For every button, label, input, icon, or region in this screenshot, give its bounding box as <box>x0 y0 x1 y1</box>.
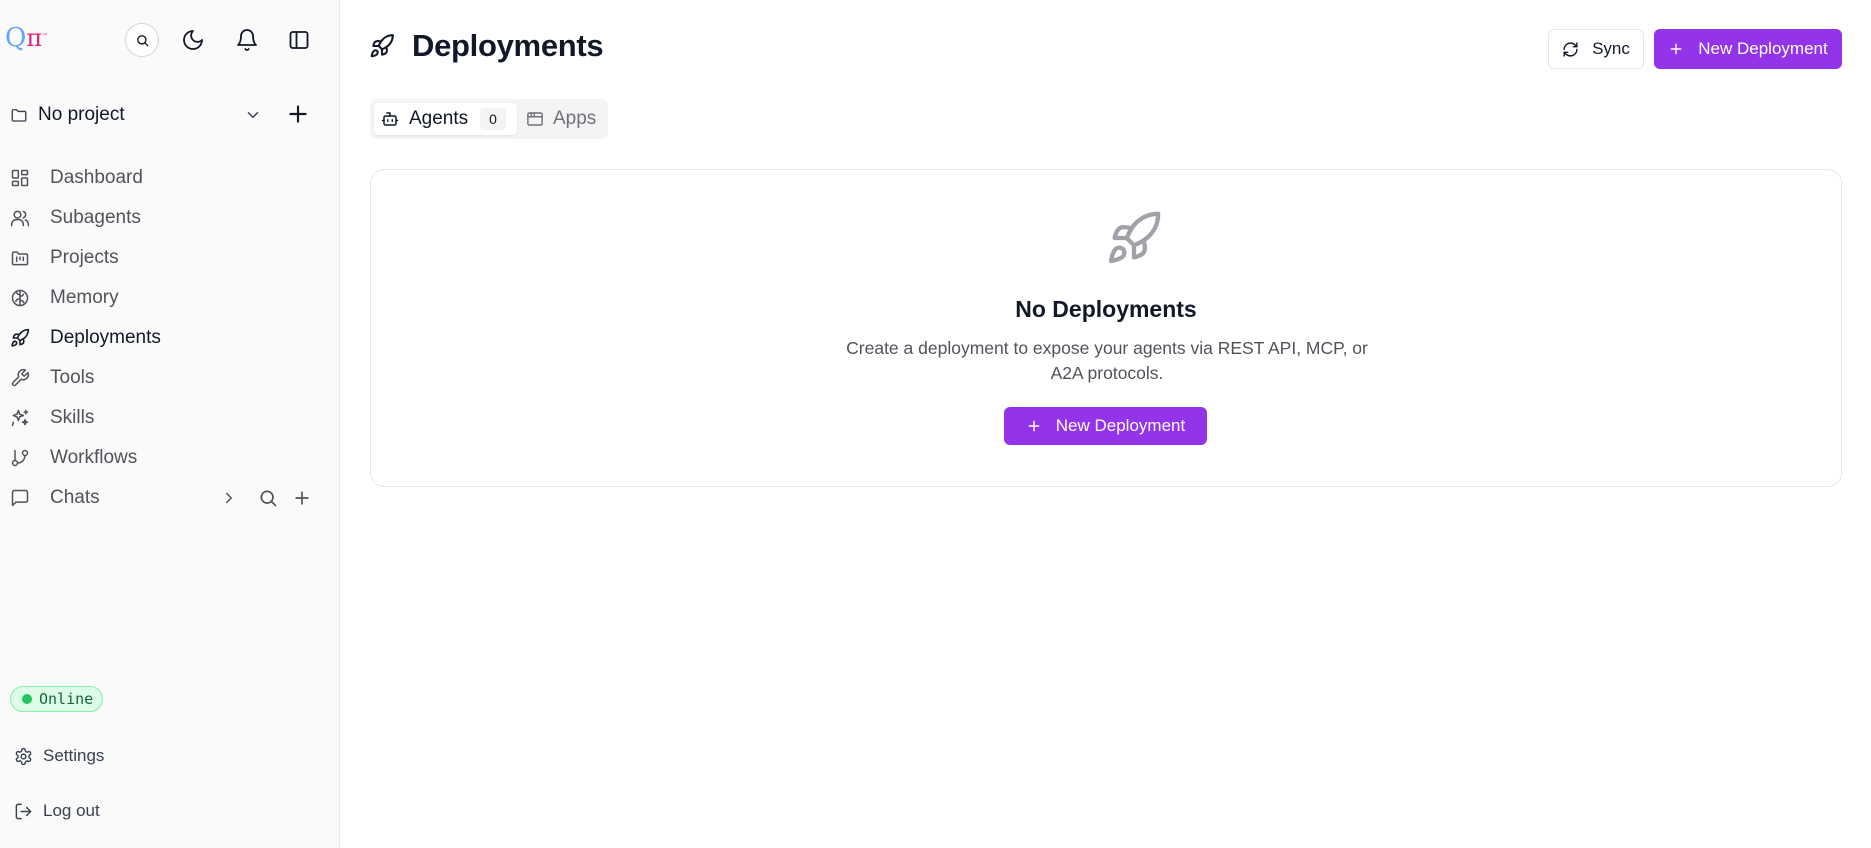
plus-icon <box>1026 418 1042 434</box>
chevron-right-icon[interactable] <box>220 489 238 507</box>
sidebar-item-label: Dashboard <box>50 167 143 188</box>
toggle-sidebar-button[interactable] <box>282 23 316 57</box>
search-chats-icon[interactable] <box>258 488 278 508</box>
project-selector[interactable]: No project <box>10 100 272 130</box>
sidebar-item-label: Projects <box>50 247 119 268</box>
log-out-icon <box>14 802 33 821</box>
wrench-icon <box>10 368 30 388</box>
sidebar-item-projects[interactable]: Projects <box>0 238 339 278</box>
folder-kanban-icon <box>10 248 30 268</box>
sidebar: Qπ ™ No project Dashboard Subagents Proj… <box>0 0 340 848</box>
bell-icon <box>235 28 259 52</box>
plus-icon <box>285 101 311 127</box>
moon-icon <box>181 28 205 52</box>
logo-pi: π <box>26 24 43 52</box>
sidebar-item-label: Deployments <box>50 327 161 348</box>
sidebar-item-chats[interactable]: Chats <box>0 478 339 518</box>
chevron-down-icon <box>244 106 262 124</box>
app-logo[interactable]: Qπ ™ <box>5 22 48 54</box>
sidebar-item-label: Subagents <box>50 207 141 228</box>
theme-toggle-button[interactable] <box>176 23 210 57</box>
sidebar-item-dashboard[interactable]: Dashboard <box>0 158 339 198</box>
brain-icon <box>10 288 30 308</box>
refresh-icon <box>1562 41 1579 58</box>
empty-state-title: No Deployments <box>1015 296 1197 322</box>
deployment-tabs: Agents 0 Apps <box>370 99 608 139</box>
gear-icon <box>14 747 33 766</box>
tab-apps-label: Apps <box>553 108 597 129</box>
sync-label: Sync <box>1592 39 1630 58</box>
rocket-icon <box>369 33 395 59</box>
sidebar-item-label: Workflows <box>50 447 138 468</box>
page-title: Deployments <box>412 28 604 63</box>
empty-state-card: No Deployments Create a deployment to ex… <box>370 169 1842 487</box>
bot-icon <box>381 110 399 128</box>
search-icon <box>135 33 150 48</box>
sparkles-icon <box>10 408 30 428</box>
status-label: Online <box>39 690 94 708</box>
empty-state-button-label: New Deployment <box>1055 416 1186 435</box>
sidebar-item-subagents[interactable]: Subagents <box>0 198 339 238</box>
tab-agents-label: Agents <box>409 108 469 129</box>
new-chat-icon[interactable] <box>292 488 312 508</box>
empty-state-description: Create a deployment to expose your agent… <box>846 338 1368 383</box>
users-icon <box>10 208 30 228</box>
sidebar-item-label: Memory <box>50 287 119 308</box>
status-dot <box>22 694 32 704</box>
message-square-icon <box>10 488 30 508</box>
main-content: Deployments Sync New Deployment Agents 0… <box>341 0 1871 848</box>
rocket-icon <box>10 328 30 348</box>
tab-agents-count: 0 <box>480 108 506 130</box>
git-branch-icon <box>10 448 30 468</box>
add-project-button[interactable] <box>285 101 311 127</box>
logout-link[interactable]: Log out <box>14 798 100 824</box>
sidebar-item-deployments[interactable]: Deployments <box>0 318 339 358</box>
logo-letter: Q <box>5 23 27 53</box>
tab-apps[interactable]: Apps <box>523 103 603 135</box>
tab-agents[interactable]: Agents 0 <box>374 103 517 135</box>
status-badge: Online <box>10 686 104 712</box>
sidebar-item-label: Chats <box>50 487 100 508</box>
global-search-button[interactable] <box>125 23 159 57</box>
dashboard-icon <box>10 168 30 188</box>
notifications-button[interactable] <box>230 23 264 57</box>
page-header: Deployments <box>369 28 604 64</box>
sidebar-item-label: Tools <box>50 367 95 388</box>
folder-icon <box>10 106 28 124</box>
app-window-icon <box>526 110 544 128</box>
new-deployment-label: New Deployment <box>1698 39 1828 58</box>
project-selector-label: No project <box>38 104 125 125</box>
sidebar-item-memory[interactable]: Memory <box>0 278 339 318</box>
sidebar-item-skills[interactable]: Skills <box>0 398 339 438</box>
panel-left-icon <box>287 28 311 52</box>
settings-label: Settings <box>43 746 105 765</box>
logout-label: Log out <box>43 801 100 820</box>
sidebar-nav: Dashboard Subagents Projects Memory Depl… <box>0 158 339 518</box>
sidebar-item-workflows[interactable]: Workflows <box>0 438 339 478</box>
new-deployment-button[interactable]: New Deployment <box>1654 29 1842 69</box>
sync-button[interactable]: Sync <box>1548 29 1644 69</box>
sidebar-item-tools[interactable]: Tools <box>0 358 339 398</box>
settings-link[interactable]: Settings <box>14 743 104 769</box>
empty-state-new-deployment-button[interactable]: New Deployment <box>1004 407 1207 445</box>
logo-trademark: ™ <box>42 33 48 40</box>
plus-icon <box>1668 41 1684 57</box>
sidebar-item-label: Skills <box>50 407 95 428</box>
rocket-icon <box>1105 209 1163 267</box>
